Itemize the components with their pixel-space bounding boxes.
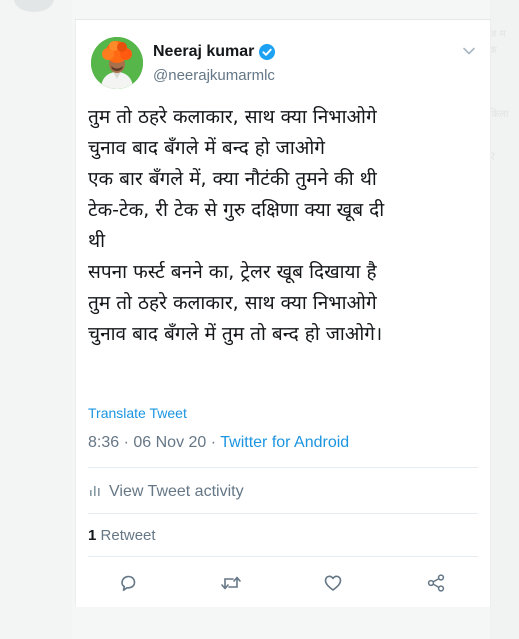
author-handle[interactable]: @neerajkumarmlc [153, 67, 275, 84]
tweet-text: तुम तो ठहरे कलाकार, साथ क्या निभाओगे चुन… [88, 102, 486, 350]
reply-icon[interactable] [116, 571, 140, 595]
translate-tweet-link[interactable]: Translate Tweet [88, 405, 187, 421]
meta-separator: · [123, 434, 129, 451]
tweet-line: चुनाव बाद बँगले में बन्द हो जाओगे [88, 137, 325, 159]
meta-separator: · [210, 434, 217, 451]
retweet-label: Retweet [100, 527, 156, 544]
tweet-line: टेक-टेक, री टेक से गुरु दक्षिणा क्या खूब… [88, 199, 385, 221]
tweet-line: चुनाव बाद बँगले में तुम तो बन्द हो जाओगे… [88, 323, 383, 345]
tweet-line: एक बार बँगले में, क्या नौटंकी तुमने की थ… [88, 168, 377, 190]
tweet-line: तुम तो ठहरे कलाकार, साथ क्या निभाओगे [88, 106, 377, 128]
tweet-actions [76, 571, 490, 595]
chevron-down-icon[interactable] [462, 43, 476, 62]
background-ghost-text: ज म [489, 29, 506, 40]
tweet-source-link[interactable]: Twitter for Android [220, 434, 349, 451]
view-tweet-activity[interactable]: View Tweet activity [88, 482, 244, 501]
avatar[interactable] [91, 37, 143, 89]
share-icon[interactable] [424, 571, 448, 595]
tweet-metadata: 8:36 · 06 Nov 20 · Twitter for Android [88, 434, 349, 452]
tweet-time[interactable]: 8:36 [88, 434, 119, 451]
view-tweet-activity-label: View Tweet activity [109, 482, 244, 500]
author-name[interactable]: Neeraj kumar [153, 43, 254, 61]
tweet-card: Neeraj kumar @neerajkumarmlc तुम तो ठहरे… [75, 20, 491, 607]
background-left [0, 0, 72, 639]
verified-badge-icon [259, 44, 276, 60]
tweet-line: तुम तो ठहरे कलाकार, साथ क्या निभाओगे [88, 292, 377, 314]
divider [88, 467, 478, 468]
background-ghost-text: किला [489, 109, 509, 120]
divider [88, 556, 478, 557]
divider [88, 513, 478, 514]
retweet-icon[interactable] [219, 571, 243, 595]
background-right [490, 0, 519, 639]
retweet-stats[interactable]: 1 Retweet [88, 527, 156, 544]
retweet-count: 1 [88, 527, 97, 544]
author-name-row: Neeraj kumar [153, 41, 276, 63]
bar-chart-icon [88, 482, 102, 501]
like-icon[interactable] [321, 571, 345, 595]
tweet-date[interactable]: 06 Nov 20 [133, 434, 206, 451]
tweet-line: सपना फर्स्ट बनने का, ट्रेलर खूब दिखाया ह… [88, 261, 377, 283]
tweet-line: थी [88, 230, 106, 252]
